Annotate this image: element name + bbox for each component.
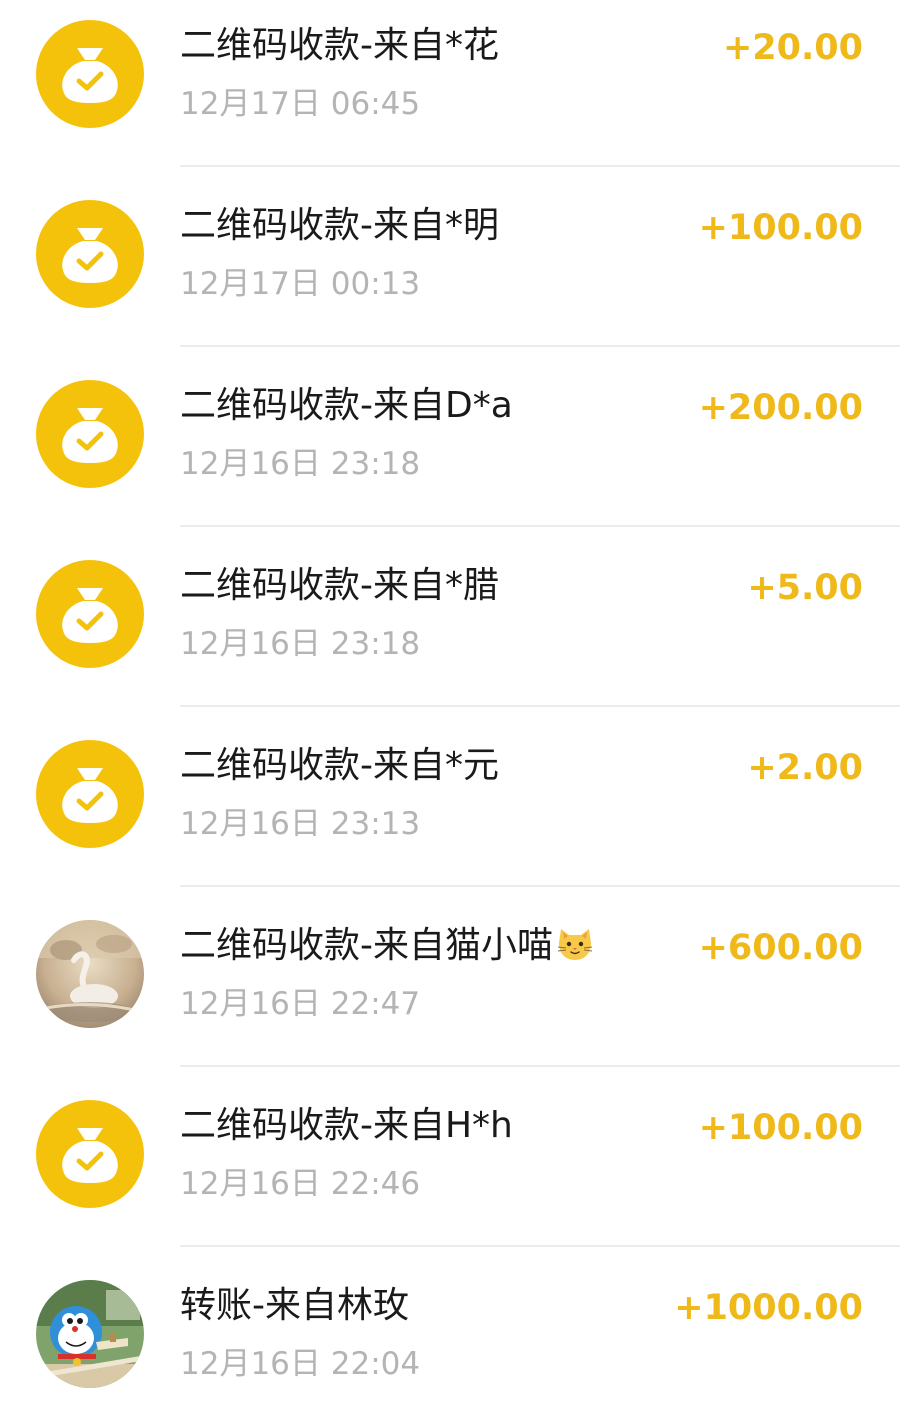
- transaction-title: 二维码收款-来自*明: [180, 205, 499, 246]
- money-bag-icon: [36, 20, 144, 128]
- transaction-amount: +600.00: [698, 928, 863, 968]
- transaction-row[interactable]: 二维码收款-来自猫小喵 12月16日 22:47 +600.00: [0, 900, 900, 1080]
- transaction-title: 二维码收款-来自*腊: [180, 565, 499, 606]
- transaction-row[interactable]: 二维码收款-来自*明 12月17日 00:13 +100.00: [0, 180, 900, 360]
- money-bag-icon: [36, 560, 144, 668]
- transaction-title: 二维码收款-来自H*h: [180, 1105, 513, 1146]
- transaction-time: 12月16日 23:13: [180, 806, 421, 842]
- divider: [180, 1245, 900, 1247]
- transaction-amount: +100.00: [698, 1108, 863, 1148]
- cat-face-emoji: [555, 923, 595, 963]
- transaction-list: 二维码收款-来自*花 12月17日 06:45 +20.00 二维码收款-来自*…: [0, 0, 900, 1413]
- transaction-time: 12月17日 06:45: [180, 86, 421, 122]
- user-avatar-photo: [36, 920, 144, 1028]
- transaction-row[interactable]: 二维码收款-来自*元 12月16日 23:13 +2.00: [0, 720, 900, 900]
- money-bag-icon: [36, 740, 144, 848]
- transaction-amount: +1000.00: [674, 1288, 863, 1328]
- transaction-amount: +20.00: [722, 28, 863, 68]
- transaction-row[interactable]: 二维码收款-来自*腊 12月16日 23:18 +5.00: [0, 540, 900, 720]
- user-avatar-photo: [36, 1280, 144, 1388]
- divider: [180, 525, 900, 527]
- transaction-row[interactable]: 二维码收款-来自D*a 12月16日 23:18 +200.00: [0, 360, 900, 540]
- transaction-title: 二维码收款-来自*花: [180, 25, 499, 66]
- transaction-title: 二维码收款-来自*元: [180, 745, 499, 786]
- transaction-time: 12月16日 22:04: [180, 1346, 421, 1382]
- money-bag-icon: [36, 380, 144, 488]
- transaction-row[interactable]: 二维码收款-来自H*h 12月16日 22:46 +100.00: [0, 1080, 900, 1260]
- divider: [180, 705, 900, 707]
- transaction-time: 12月16日 23:18: [180, 446, 421, 482]
- transaction-time: 12月16日 22:46: [180, 1166, 421, 1202]
- money-bag-icon: [36, 1100, 144, 1208]
- transaction-amount: +200.00: [698, 388, 863, 428]
- divider: [180, 1065, 900, 1067]
- transaction-row[interactable]: 二维码收款-来自*花 12月17日 06:45 +20.00: [0, 0, 900, 180]
- transaction-amount: +5.00: [747, 568, 863, 608]
- divider: [180, 885, 900, 887]
- transaction-title: 二维码收款-来自D*a: [180, 385, 513, 426]
- transaction-time: 12月16日 23:18: [180, 626, 421, 662]
- transaction-time: 12月16日 22:47: [180, 986, 421, 1022]
- transaction-title: 二维码收款-来自猫小喵: [180, 922, 595, 970]
- transaction-time: 12月17日 00:13: [180, 266, 421, 302]
- transaction-row[interactable]: 转账-来自林玫 12月16日 22:04 +1000.00: [0, 1260, 900, 1413]
- divider: [180, 345, 900, 347]
- divider: [180, 165, 900, 167]
- transaction-amount: +2.00: [747, 748, 863, 788]
- money-bag-icon: [36, 200, 144, 308]
- transaction-amount: +100.00: [698, 208, 863, 248]
- transaction-title: 转账-来自林玫: [180, 1285, 409, 1326]
